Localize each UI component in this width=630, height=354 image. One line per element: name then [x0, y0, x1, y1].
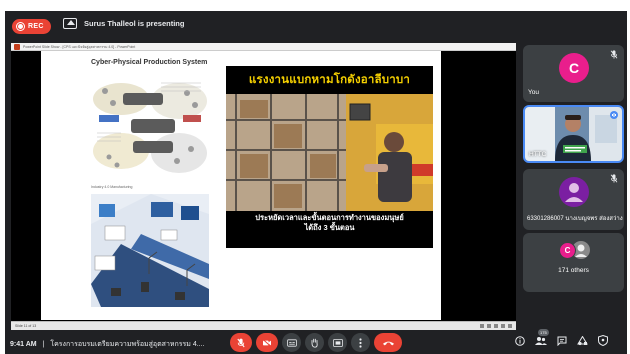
cpps-diagram-image [91, 71, 209, 179]
factory-diagram-image [91, 194, 209, 307]
avatar-initial: C [568, 60, 580, 76]
current-time: 9:41 AM [10, 341, 37, 348]
slide: Cyber-Physical Production System Industr… [41, 51, 441, 320]
rec-label: REC [28, 23, 44, 30]
present-button[interactable] [328, 333, 347, 352]
powerpoint-titlebar: PowerPoint Slide Show - [CPS และปัจจัยสู… [11, 43, 516, 51]
people-button[interactable]: 175 [535, 328, 549, 346]
right-controls: 175 [515, 328, 608, 346]
separator: | [42, 341, 45, 348]
participant-name: HTTC [529, 151, 547, 158]
participant-name: 63301286007 นางเบญจพร ส่องสว่าง [527, 216, 623, 222]
raise-hand-icon [311, 338, 318, 348]
captions-button[interactable] [282, 333, 301, 352]
slide-title: Cyber-Physical Production System [91, 59, 208, 66]
presenting-text: Surus Thalleol is presenting [84, 19, 185, 28]
powerpoint-statusbar: Slide 11 of 13 [11, 321, 516, 330]
avatar: C [559, 53, 589, 83]
shared-screen[interactable]: PowerPoint Slide Show - [CPS และปัจจัยสู… [11, 43, 516, 330]
view-reading-icon[interactable] [494, 324, 498, 328]
participant-name: You [528, 89, 539, 96]
bottom-control-bar: 9:41 AM | โครงการอบรมเตรียมความพร้อมสู่อ… [5, 328, 627, 354]
powerpoint-icon [14, 43, 20, 50]
meeting-window: REC Surus Thalleol is presenting PowerPo… [5, 11, 627, 354]
present-screen-icon [63, 18, 77, 29]
presenter-banner: Surus Thalleol is presenting [63, 18, 184, 29]
meeting-info: 9:41 AM | โครงการอบรมเตรียมความพร้อมสู่อ… [10, 339, 205, 350]
slide-counter: Slide 11 of 13 [15, 324, 37, 328]
slide-caption: ประหยัดเวลาและขั้นตอนการทำงานของมนุษย์ ไ… [226, 213, 433, 233]
leave-call-button[interactable] [374, 333, 402, 352]
powerpoint-window-title: PowerPoint Slide Show - [CPS และปัจจัยสู… [23, 44, 136, 49]
caption-line-1: ประหยัดเวลาและขั้นตอนการทำงานของมนุษย์ [255, 213, 404, 222]
people-icon [535, 336, 547, 345]
camera-off-icon [262, 338, 272, 347]
warehouse-image [226, 94, 433, 211]
zoom-icon[interactable] [508, 324, 512, 328]
camera-toggle-button[interactable] [256, 333, 278, 352]
more-options-button[interactable] [351, 333, 370, 352]
host-controls-icon[interactable] [598, 335, 608, 346]
chat-icon[interactable] [557, 336, 567, 346]
caption-line-2: ได้ถึง 3 ขั้นตอน [304, 223, 355, 232]
view-slideshow-icon[interactable] [501, 324, 505, 328]
record-icon [17, 23, 24, 30]
mic-off-icon [237, 338, 245, 347]
people-count-badge: 175 [538, 328, 549, 336]
view-normal-icon[interactable] [480, 324, 484, 328]
participant-tile-you[interactable]: C You [523, 45, 624, 102]
mic-toggle-button[interactable] [230, 333, 252, 352]
participant-tile-httc[interactable]: HTTC [523, 105, 624, 163]
recording-badge: REC [12, 19, 51, 34]
captions-icon [286, 338, 297, 347]
others-count-label: 171 others [558, 267, 589, 274]
default-avatar-icon [559, 177, 589, 207]
speaking-indicator-icon [610, 111, 618, 119]
more-vertical-icon [359, 337, 362, 348]
raise-hand-button[interactable] [305, 333, 324, 352]
warehouse-photo: แรงงานแบกหามโกดังอาลีบาบา ประหยัดเวลาและ… [226, 66, 433, 248]
participant-tile-others[interactable]: C 171 others [523, 233, 624, 292]
present-screen-icon [332, 338, 343, 347]
slide-headline: แรงงานแบกหามโกดังอาลีบาบา [248, 74, 411, 86]
hang-up-icon [382, 341, 394, 345]
avatar-initial: C [564, 246, 571, 255]
activities-icon[interactable] [577, 335, 588, 346]
meeting-title: โครงการอบรมเตรียมความพร้อมสู่อุตสาหกรรม … [50, 341, 205, 348]
statusbar-icons [480, 324, 512, 328]
slide-subtitle: Industry 4.0 Manufacturing [91, 185, 133, 189]
mic-off-icon [610, 174, 618, 183]
mic-off-icon [610, 50, 618, 59]
participant-tile-user[interactable]: 63301286007 นางเบญจพร ส่องสว่าง [523, 169, 624, 230]
info-icon[interactable] [515, 335, 525, 346]
avatar: C [559, 242, 576, 259]
view-sorter-icon[interactable] [487, 324, 491, 328]
